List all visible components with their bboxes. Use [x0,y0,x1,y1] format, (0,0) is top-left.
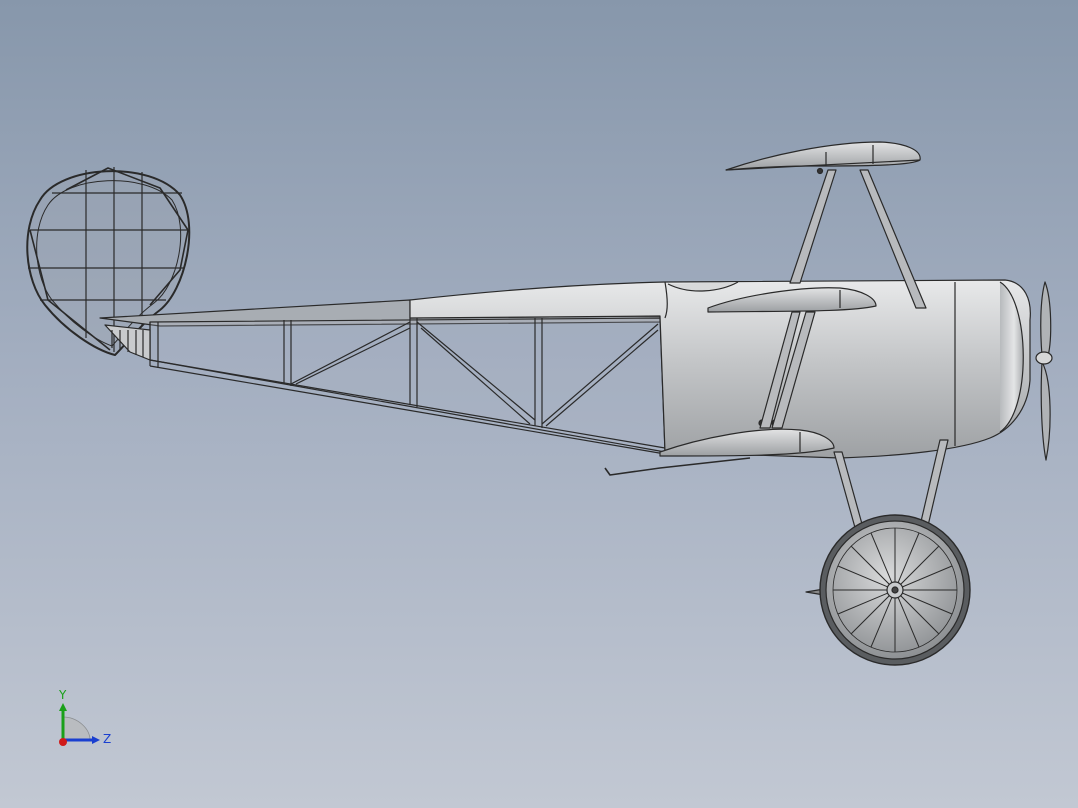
fuselage-frame [99,299,751,476]
model-viewport[interactable] [0,0,1078,808]
landing-wheel [819,514,971,666]
upper-wing [725,141,921,171]
x-axis-dot-icon [59,738,67,746]
z-axis-label: Z [103,732,111,746]
triad-plane-icon [62,716,91,741]
propeller [1035,281,1053,461]
axis-triad: Y Z [58,688,111,746]
aircraft-model[interactable] [26,141,1053,666]
y-axis-label: Y [58,688,67,702]
